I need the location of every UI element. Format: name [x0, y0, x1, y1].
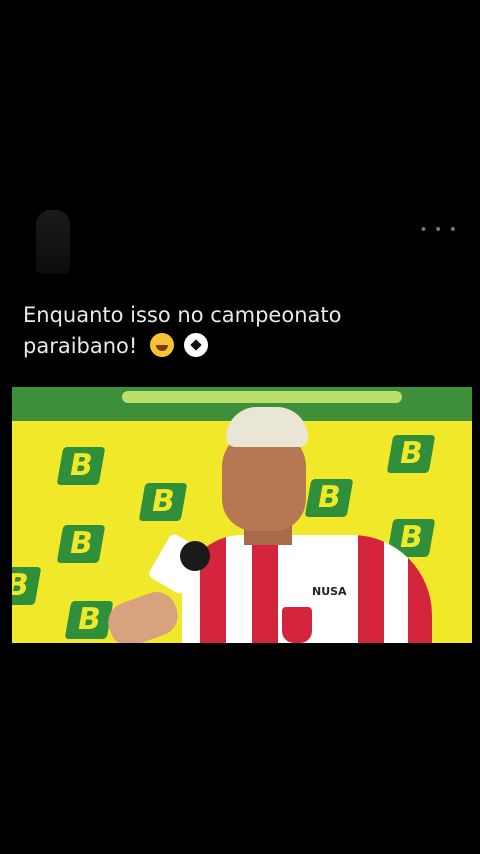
tweet-text-line1: Enquanto isso no campeonato	[23, 303, 342, 327]
jersey-sponsor: NUSA	[306, 583, 353, 600]
sponsor-logo: B	[12, 567, 42, 605]
reporter-hand	[102, 586, 184, 643]
laughing-emoji-icon	[150, 333, 174, 357]
author-avatar[interactable]	[36, 210, 70, 274]
jersey: NUSA	[182, 535, 432, 643]
tweet-text: Enquanto isso no campeonato paraibano!	[23, 300, 443, 362]
player-figure: NUSA	[182, 407, 432, 643]
player-hair	[226, 407, 308, 447]
more-options-icon[interactable]: • • •	[419, 222, 458, 238]
club-crest-icon	[280, 605, 314, 643]
soccer-ball-emoji-icon	[183, 333, 208, 357]
sponsor-logo: B	[56, 447, 106, 485]
tweet-media-image[interactable]: B B B B B B B B NUSA	[12, 387, 472, 643]
sponsor-logo: B	[56, 525, 106, 563]
sponsor-logo: B	[138, 483, 188, 521]
tweet-text-line2: paraibano!	[23, 334, 138, 358]
sponsor-logo: B	[64, 601, 114, 639]
